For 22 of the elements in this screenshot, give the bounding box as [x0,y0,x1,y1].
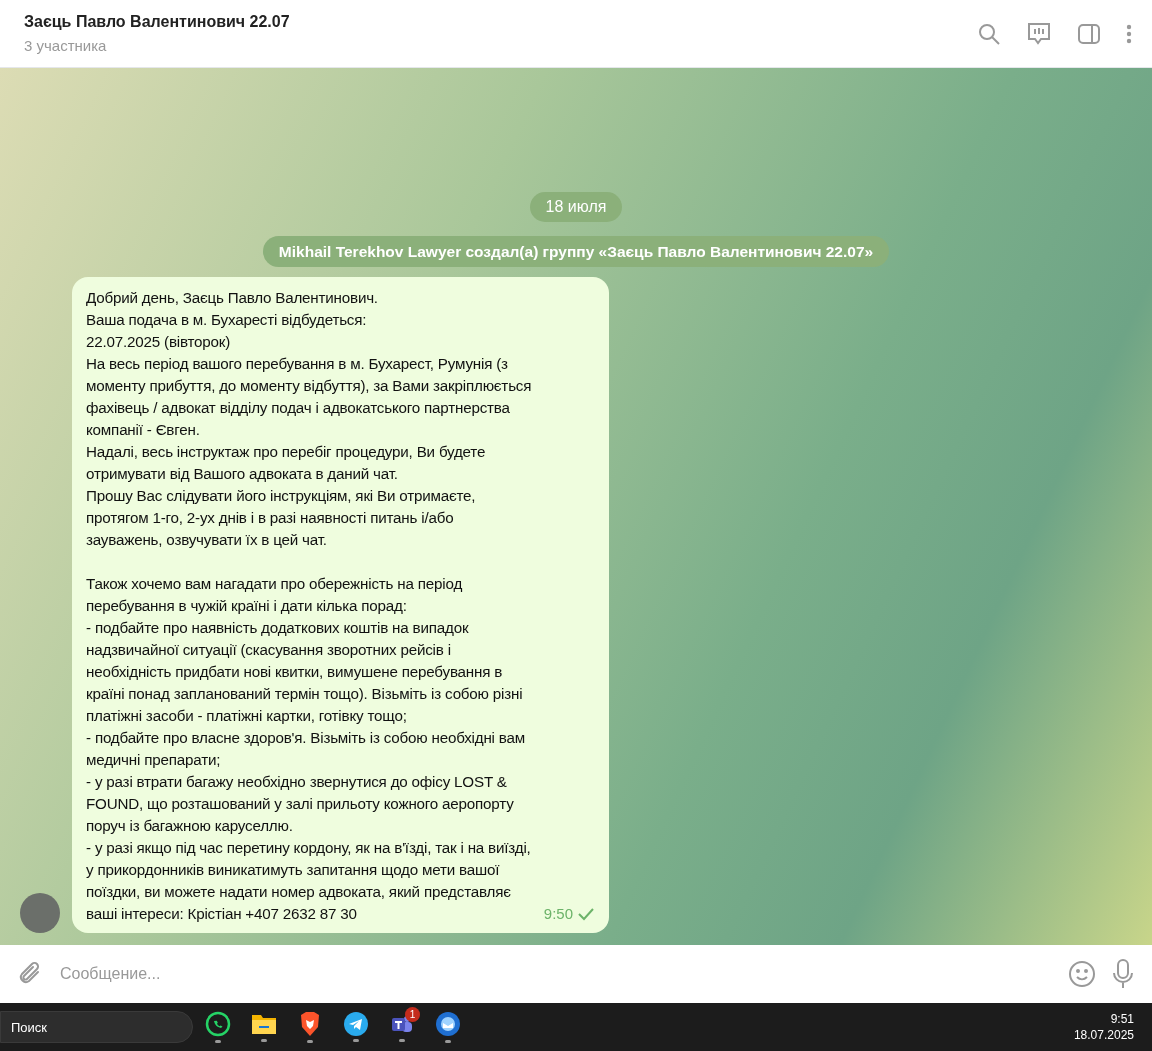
message-input[interactable]: Сообщение... [60,962,1052,987]
paper-plane-icon [344,1012,368,1037]
sidebar-toggle-icon[interactable] [1078,23,1100,44]
notification-badge: 1 [405,1007,420,1023]
search-icon[interactable] [978,22,1000,45]
clock-time: 9:51 [1110,1011,1134,1028]
lion-shield-icon [298,1011,322,1038]
taskbar-search[interactable]: Поиск [0,1011,193,1044]
chat-title: Заєць Павло Валентинович 22.07 [24,11,290,32]
message-time: 9:50 [543,903,573,924]
more-icon[interactable] [1126,23,1132,44]
chat-bubble-icon [205,1011,231,1038]
folder-icon [251,1012,277,1037]
taskbar-app-button[interactable]: 1 [384,1007,420,1048]
microphone-icon[interactable] [1112,959,1134,990]
service-message: Mikhail Terekhov Lawyer создал(а) группу «Заєць Павло Валентинович 22.07» [262,236,890,268]
member-count: 3 участника [24,35,108,56]
date-chip: 18 июля [529,192,623,222]
message-text: Добрий день, Заєць Павло Валентинович. Ваша подача в м. Бухаресті відбудеться: 22.07.2025 (вівторок) На весь період вашого перебування в м. Бухарест, Румунія (з моменту прибуття, до моменту відбуття), за Вами закріплюється фахівець / адвокат відділу подач і адвокатського партнерства компанії - Євген. Надалі, весь інструктаж про перебіг процедури, Ви будете отримувати від Вашого адвоката в даний чат. Прошу Вас слідувати його інструкціям, які Ви отримаєте, протягом 1-го, 2-ух днів і в разі наявності питань і/або зауважень, озвучувати їх в цей чат. Також хочемо вам нагадати про обережність на період перебування в чужій країні і дати кілька порад: - подбайте про наявність додаткових коштів на випадок надзвичайної ситуації (скасування зворотних рейсів і необхідність придбати нові квитки, вимушене перебування в країні понад запланований термін тощо). Візьміть із собою різні платіжні засоби - платіжні картки, готівку тощо; - подбайте про власне здоров'я. Візьміть із собою необхідні вам медичні препарати; - у разі втрати багажу необхідно звернутися до офісу LOST & FOUND, що розташований у залі прильоту кожного аеропорту поруч із багажною каруселлю. - у разі якщо під час перетину кордону, як на в'їзді, так і на виїзді, у прикордонників виникатимуть запитання щодо мети вашої поїздки, ви можете надати номер адвоката, який представляє ваші інтереси: Крістіан +407 2632 87 30 [86,288,532,925]
speech-bubble-icon[interactable] [1026,20,1052,47]
smiley-icon[interactable] [1068,960,1096,989]
clock-date: 18.07.2025 [1073,1027,1134,1044]
